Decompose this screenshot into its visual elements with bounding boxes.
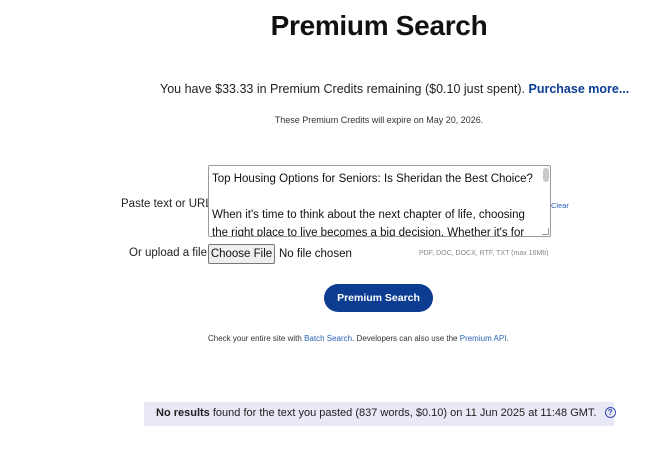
paste-label: Paste text or URL:	[121, 198, 215, 210]
help-circle-icon[interactable]: ?	[604, 407, 616, 418]
batch-search-link[interactable]: Batch Search	[304, 334, 352, 343]
clear-link[interactable]: Clear	[551, 201, 569, 210]
credits-expiry: These Premium Credits will expire on May…	[274, 115, 484, 125]
footer-suffix: .	[506, 334, 509, 343]
file-types-hint: PDF, DOC, DOCX, RTF, TXT (max 16Mb)	[419, 250, 549, 257]
file-status: No file chosen	[279, 248, 352, 260]
choose-file-button[interactable]: Choose File	[208, 244, 275, 264]
footer-middle: . Developers can also use the	[352, 334, 458, 343]
text-input[interactable]	[209, 166, 550, 236]
purchase-more-link[interactable]: Purchase more...	[529, 82, 630, 96]
footer-note: Check your entire site with Batch Search…	[208, 334, 509, 343]
footer-prefix: Check your entire site with	[208, 334, 302, 343]
textarea-scroll-thumb[interactable]	[543, 168, 549, 182]
resize-grip-icon[interactable]	[542, 228, 549, 235]
page-title: Premium Search	[270, 10, 488, 41]
premium-search-button[interactable]: Premium Search	[324, 284, 433, 312]
premium-api-link[interactable]: Premium API	[460, 334, 507, 343]
result-status: No results	[156, 407, 210, 419]
credits-text: You have $33.33 in Premium Credits remai…	[160, 82, 526, 96]
credits-message: You have $33.33 in Premium Credits remai…	[160, 82, 629, 96]
result-banner: No results found for the text you pasted…	[144, 402, 616, 426]
result-text: found for the text you pasted (837 words…	[212, 407, 597, 419]
text-input-container	[208, 165, 551, 237]
upload-label: Or upload a file:	[129, 247, 211, 259]
